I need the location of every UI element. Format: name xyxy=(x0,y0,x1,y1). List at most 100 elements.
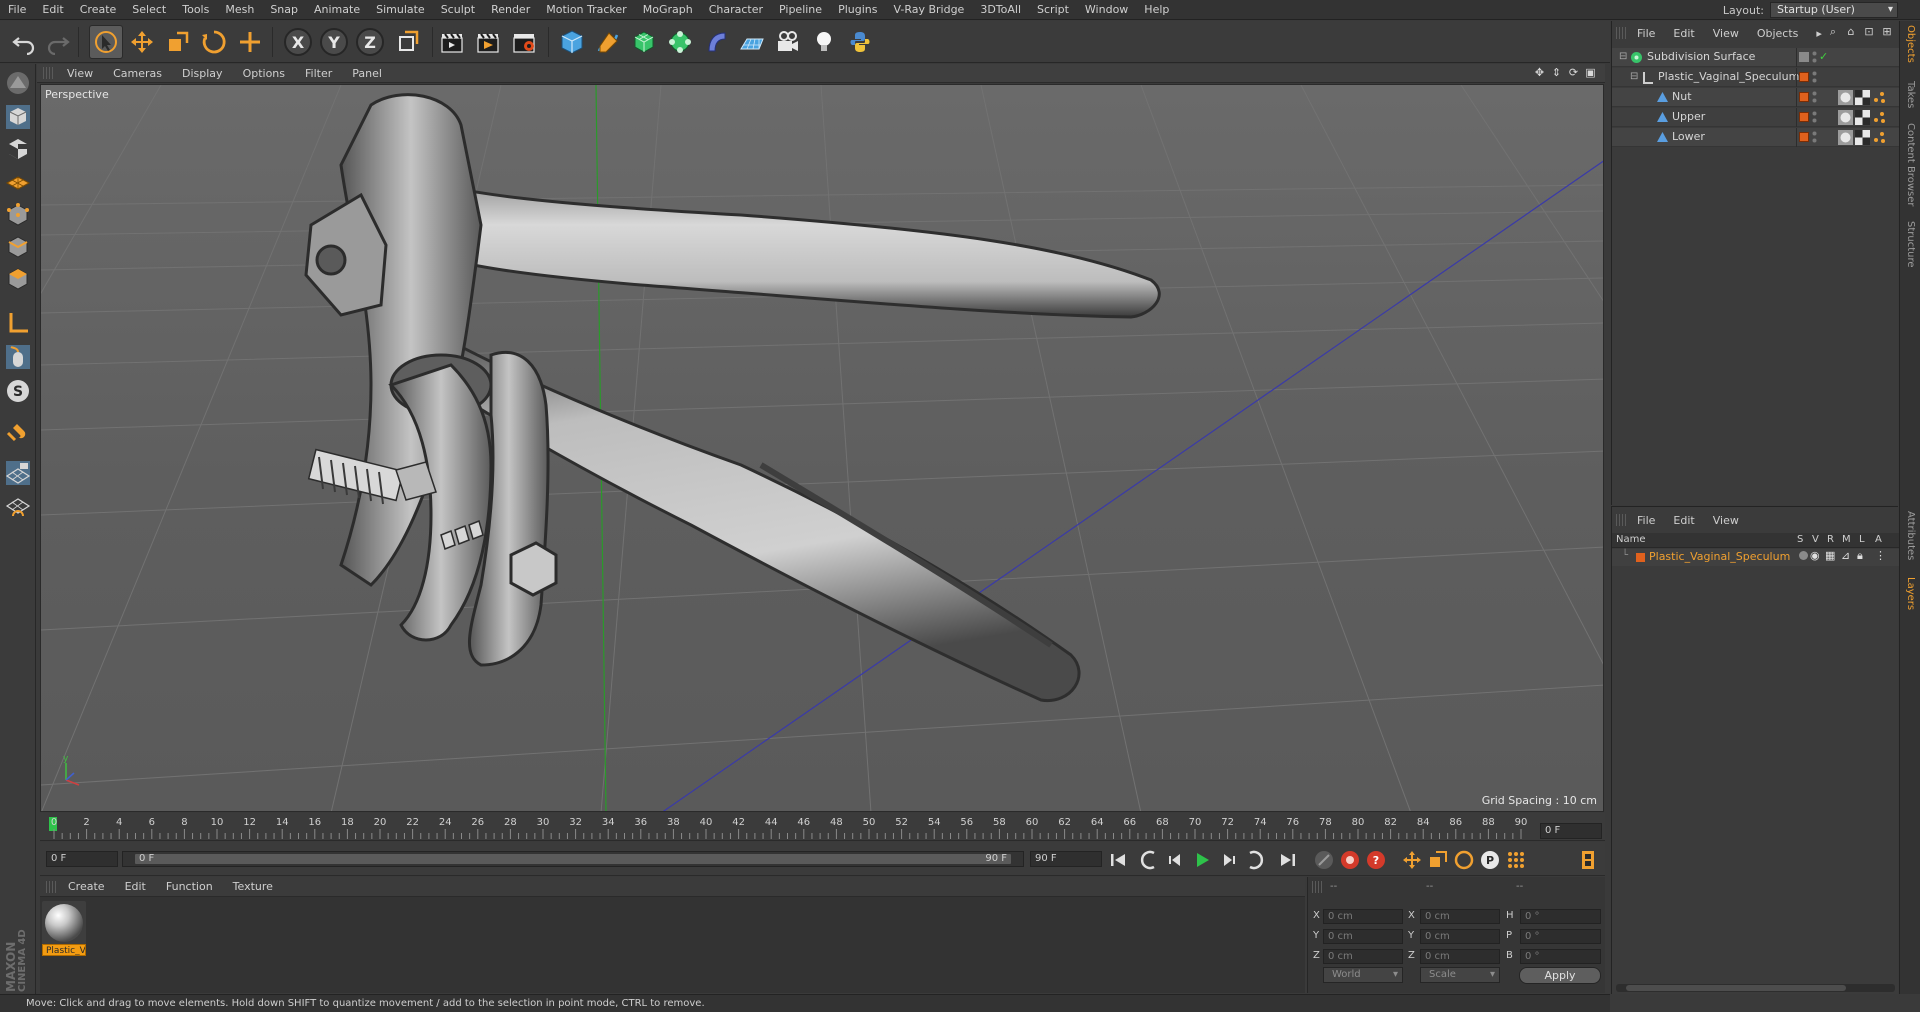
play-forward-button[interactable] xyxy=(1190,848,1214,872)
zoom-view-icon[interactable]: ⇕ xyxy=(1550,66,1563,79)
apply-button[interactable]: Apply xyxy=(1519,967,1601,984)
add-mograph-cloner-button[interactable] xyxy=(664,26,696,58)
panel-grip[interactable] xyxy=(46,880,56,893)
coordinate-space-dropdown[interactable]: World xyxy=(1323,967,1403,983)
undo-button[interactable] xyxy=(8,26,40,58)
key-parameter-button[interactable]: P xyxy=(1478,848,1502,872)
layers-menu-file[interactable]: File xyxy=(1628,514,1664,527)
current-frame-field[interactable]: 0 F xyxy=(1540,823,1602,839)
preview-range-fill[interactable] xyxy=(135,854,1011,864)
collapse-icon[interactable]: ⊟ xyxy=(1630,71,1638,82)
uvw-tag-icon[interactable] xyxy=(1855,90,1870,105)
pos-z-field[interactable]: 0 cm xyxy=(1323,949,1403,964)
make-editable-button[interactable] xyxy=(3,68,33,98)
tweak-mode-button[interactable] xyxy=(3,342,33,372)
layer-color-swatch[interactable] xyxy=(1799,112,1809,122)
redo-button[interactable] xyxy=(42,26,74,58)
recent-tools-button[interactable] xyxy=(234,26,266,58)
objects-menu-file[interactable]: File xyxy=(1628,27,1664,40)
render-clapper-icon[interactable]: ▦ xyxy=(1825,549,1835,562)
home-icon[interactable]: ⌂ xyxy=(1844,25,1858,39)
visibility-dots-icon[interactable] xyxy=(1812,50,1817,64)
y-axis-lock-button[interactable]: Y xyxy=(320,28,348,56)
edges-mode-button[interactable] xyxy=(3,232,33,262)
menu-3dtoall[interactable]: 3DToAll xyxy=(972,3,1029,16)
tree-item-plastic-vaginal-speculum[interactable]: ⊟ Plastic_Vaginal_Speculum xyxy=(1612,68,1899,87)
size-x-field[interactable]: 0 cm xyxy=(1420,909,1500,924)
texture-mode-button[interactable] xyxy=(3,134,33,164)
layer-color-swatch[interactable] xyxy=(1799,92,1809,102)
add-camera-button[interactable] xyxy=(772,26,804,58)
animation-icon[interactable]: ⋮ xyxy=(1875,549,1886,562)
viewport-menu-display[interactable]: Display xyxy=(172,67,233,80)
menu-help[interactable]: Help xyxy=(1136,3,1177,16)
viewport-menu-panel[interactable]: Panel xyxy=(342,67,392,80)
rot-h-field[interactable]: 0 ° xyxy=(1520,909,1601,924)
solo-mode-button[interactable]: S xyxy=(3,376,33,406)
selection-tag-icon[interactable] xyxy=(1872,90,1887,105)
uvw-tag-icon[interactable] xyxy=(1855,110,1870,125)
layer-icon[interactable] xyxy=(1798,51,1810,63)
size-y-field[interactable]: 0 cm xyxy=(1420,929,1500,944)
go-to-end-button[interactable] xyxy=(1276,848,1300,872)
menu-pipeline[interactable]: Pipeline xyxy=(771,3,830,16)
key-scale-button[interactable] xyxy=(1426,848,1450,872)
menu-motion-tracker[interactable]: Motion Tracker xyxy=(538,3,634,16)
panel-grip[interactable] xyxy=(43,67,53,79)
search-icon[interactable]: ⌕ xyxy=(1826,25,1840,39)
next-frame-button[interactable] xyxy=(1216,848,1240,872)
horizontal-scrollbar[interactable] xyxy=(1616,984,1895,992)
workplane-grid-button[interactable] xyxy=(3,458,33,488)
lock-icon[interactable]: ⊡ xyxy=(1862,25,1876,39)
layer-row[interactable]: └ Plastic_Vaginal_Speculum ◉ ▦ ⊿ 🔒︎ ⋮ xyxy=(1612,549,1899,566)
menu-script[interactable]: Script xyxy=(1029,3,1077,16)
material-thumbnail[interactable] xyxy=(42,901,86,945)
axis-mode-button[interactable] xyxy=(3,308,33,338)
record-active-objects-button[interactable] xyxy=(1312,848,1336,872)
visibility-dots-icon[interactable] xyxy=(1812,70,1817,84)
phong-tag-icon[interactable] xyxy=(1838,130,1853,145)
collapse-icon[interactable]: ⊟ xyxy=(1619,51,1627,62)
menu-mesh[interactable]: Mesh xyxy=(217,3,262,16)
edit-render-settings-button[interactable] xyxy=(508,26,540,58)
material-name-label[interactable]: Plastic_V xyxy=(42,944,86,956)
layers-menu-view[interactable]: View xyxy=(1704,514,1748,527)
panel-grip[interactable] xyxy=(1616,27,1626,39)
live-selection-button[interactable] xyxy=(89,25,123,59)
max-time-field[interactable]: 90 F xyxy=(1030,851,1102,867)
viewport-menu-cameras[interactable]: Cameras xyxy=(103,67,172,80)
x-axis-lock-button[interactable]: X xyxy=(284,28,312,56)
viewport-menu-view[interactable]: View xyxy=(57,67,103,80)
menu-plugins[interactable]: Plugins xyxy=(830,3,885,16)
selection-tag-icon[interactable] xyxy=(1872,130,1887,145)
key-rotation-button[interactable] xyxy=(1452,848,1476,872)
next-keyframe-button[interactable] xyxy=(1242,848,1266,872)
add-spline-pen-button[interactable] xyxy=(592,26,624,58)
rot-p-field[interactable]: 0 ° xyxy=(1520,929,1601,944)
grid-snap-rotate-button[interactable] xyxy=(3,492,33,522)
layer-color-swatch[interactable] xyxy=(1636,553,1645,562)
lock-icon[interactable]: 🔒︎ xyxy=(1857,549,1863,563)
viewport-menu-options[interactable]: Options xyxy=(233,67,295,80)
panel-grip[interactable] xyxy=(1616,514,1626,526)
render-to-picture-viewer-button[interactable] xyxy=(472,26,504,58)
menu-animate[interactable]: Animate xyxy=(306,3,368,16)
tab-structure[interactable]: Structure xyxy=(1902,221,1919,281)
preview-range-slider[interactable]: 0 F 90 F xyxy=(122,851,1024,867)
menu-file[interactable]: File xyxy=(0,3,34,16)
layers-menu-edit[interactable]: Edit xyxy=(1664,514,1703,527)
material-menu-function[interactable]: Function xyxy=(156,880,223,893)
add-environment-button[interactable] xyxy=(736,26,768,58)
tree-item-lower[interactable]: Lower xyxy=(1612,128,1899,147)
phong-tag-icon[interactable] xyxy=(1838,90,1853,105)
solo-dot-icon[interactable] xyxy=(1799,551,1808,560)
objects-menu-view[interactable]: View xyxy=(1704,27,1748,40)
z-axis-lock-button[interactable]: Z xyxy=(356,28,384,56)
enable-snap-button[interactable] xyxy=(3,420,33,450)
panel-grip[interactable] xyxy=(1312,881,1322,893)
size-z-field[interactable]: 0 cm xyxy=(1420,949,1500,964)
selection-tag-icon[interactable] xyxy=(1872,110,1887,125)
objects-menu-objects[interactable]: Objects xyxy=(1748,27,1808,40)
menu-edit[interactable]: Edit xyxy=(34,3,71,16)
autokeying-button[interactable] xyxy=(1338,848,1362,872)
